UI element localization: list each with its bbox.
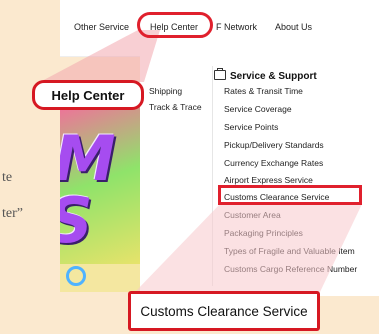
callout-customs-clearance: Customs Clearance Service — [128, 291, 320, 331]
menu-item[interactable]: Packaging Principles — [224, 228, 303, 238]
callout-help-center: Help Center — [32, 80, 144, 110]
menu-item[interactable]: Rates & Transit Time — [224, 86, 303, 96]
nav-other-service[interactable]: Other Service — [74, 22, 129, 32]
help-center-highlight — [137, 12, 213, 38]
section-service-support: Service & Support — [214, 68, 317, 82]
menu-item[interactable]: Airport Express Service — [224, 175, 313, 185]
menu-item[interactable]: Service Points — [224, 122, 278, 132]
background-text-fragment: te — [2, 170, 13, 185]
nav-about-us[interactable]: About Us — [275, 22, 312, 32]
banner-circle-icon — [66, 266, 86, 286]
menu-item[interactable]: Types of Fragile and Valuable Item — [224, 246, 355, 256]
menu-item-shipping[interactable]: Shipping — [149, 86, 182, 96]
menu-item[interactable]: Customer Area — [224, 210, 281, 220]
menu-item[interactable]: Service Coverage — [224, 104, 292, 114]
menu-item[interactable]: Currency Exchange Rates — [224, 158, 323, 168]
menu-item[interactable]: Customs Cargo Reference Number — [224, 264, 357, 274]
nav-network[interactable]: F Network — [216, 22, 257, 32]
menu-item-track-trace[interactable]: Track & Trace — [149, 102, 202, 112]
background-text-fragment: ter” — [2, 206, 23, 221]
promo-banner[interactable]: M S — [60, 92, 140, 292]
banner-graphic: M — [60, 122, 116, 195]
customs-clearance-highlight — [218, 185, 362, 205]
banner-graphic: S — [60, 190, 93, 252]
briefcase-icon — [214, 68, 226, 80]
menu-item[interactable]: Pickup/Delivery Standards — [224, 140, 324, 150]
top-navigation: Other Service Help Center F Network Abou… — [60, 0, 379, 57]
menu-divider — [212, 66, 213, 286]
